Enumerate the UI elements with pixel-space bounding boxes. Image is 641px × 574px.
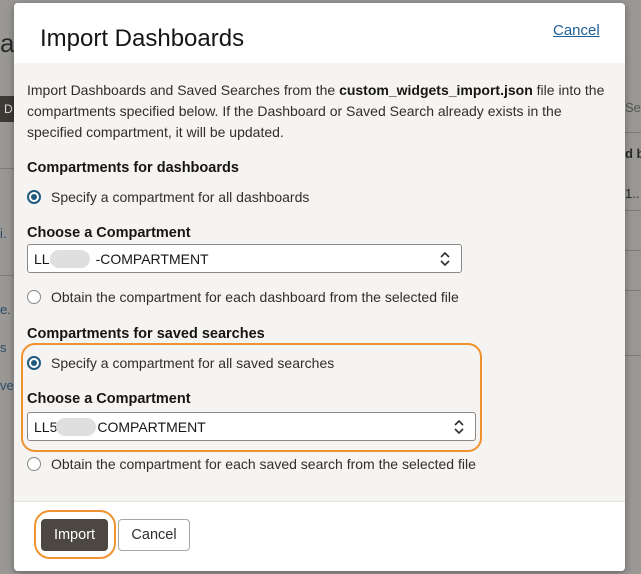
import-dashboards-dialog: Import Dashboards Cancel Import Dashboar… xyxy=(14,3,625,571)
background-link: e. xyxy=(0,302,11,317)
dashboards-from-file-radio-row[interactable]: Obtain the compartment for each dashboar… xyxy=(27,289,459,305)
dashboards-compartment-suffix: -COMPARTMENT xyxy=(95,251,209,267)
background-cell: 1.. xyxy=(625,186,640,201)
background-divider xyxy=(625,132,641,133)
radio-unselected-icon[interactable] xyxy=(27,457,41,471)
dialog-header: Import Dashboards Cancel xyxy=(14,3,625,63)
saved-searches-specify-all-radio-row[interactable]: Specify a compartment for all saved sear… xyxy=(27,355,334,371)
dialog-title: Import Dashboards xyxy=(40,25,245,52)
background-divider xyxy=(0,168,14,169)
intro-prefix: Import Dashboards and Saved Searches fro… xyxy=(27,82,340,98)
background-divider xyxy=(625,290,641,291)
dashboards-specify-all-radio-row[interactable]: Specify a compartment for all dashboards xyxy=(27,189,309,205)
saved-searches-compartment-select[interactable]: LL5 COMPARTMENT xyxy=(27,412,476,441)
select-chevron-icon xyxy=(439,251,451,270)
background-divider xyxy=(625,355,641,356)
dialog-footer: Import Cancel xyxy=(14,501,625,571)
background-link: s xyxy=(0,340,7,355)
background-divider xyxy=(0,275,14,276)
saved-searches-from-file-label: Obtain the compartment for each saved se… xyxy=(51,456,476,472)
radio-selected-icon[interactable] xyxy=(27,356,41,370)
intro-text: Import Dashboards and Saved Searches fro… xyxy=(27,80,612,143)
background-column-header: d b xyxy=(625,146,641,161)
cancel-link[interactable]: Cancel xyxy=(553,22,600,39)
background-divider xyxy=(625,250,641,251)
saved-searches-compartment-suffix: COMPARTMENT xyxy=(97,419,206,435)
cancel-button[interactable]: Cancel xyxy=(118,519,190,551)
dashboards-specify-all-label: Specify a compartment for all dashboards xyxy=(51,189,310,205)
redacted-text-blur xyxy=(56,418,96,436)
background-header-cell: Se xyxy=(625,100,641,115)
dashboards-section-heading: Compartments for dashboards xyxy=(27,160,239,176)
saved-searches-from-file-radio-row[interactable]: Obtain the compartment for each saved se… xyxy=(27,456,476,472)
background-divider xyxy=(625,210,641,211)
import-button[interactable]: Import xyxy=(41,519,108,551)
saved-searches-compartment-prefix: LL5 xyxy=(34,419,58,435)
background-tab: D xyxy=(0,96,14,122)
dashboards-choose-compartment-label: Choose a Compartment xyxy=(27,225,191,241)
dialog-body: Import Dashboards and Saved Searches fro… xyxy=(14,63,625,501)
select-chevron-icon xyxy=(453,419,465,438)
redacted-text-blur xyxy=(50,250,90,268)
saved-searches-specify-all-label: Specify a compartment for all saved sear… xyxy=(51,355,335,371)
dashboards-from-file-label: Obtain the compartment for each dashboar… xyxy=(51,289,459,305)
background-link: i. xyxy=(0,226,7,241)
saved-searches-choose-compartment-label: Choose a Compartment xyxy=(27,391,191,407)
saved-searches-section-heading: Compartments for saved searches xyxy=(27,326,265,342)
radio-selected-icon[interactable] xyxy=(27,190,41,204)
intro-filename: custom_widgets_import.json xyxy=(339,82,533,98)
radio-unselected-icon[interactable] xyxy=(27,290,41,304)
dashboards-compartment-prefix: LL xyxy=(34,251,50,267)
background-link: ve xyxy=(0,378,14,393)
dashboards-compartment-select[interactable]: LL -COMPARTMENT xyxy=(27,244,462,273)
